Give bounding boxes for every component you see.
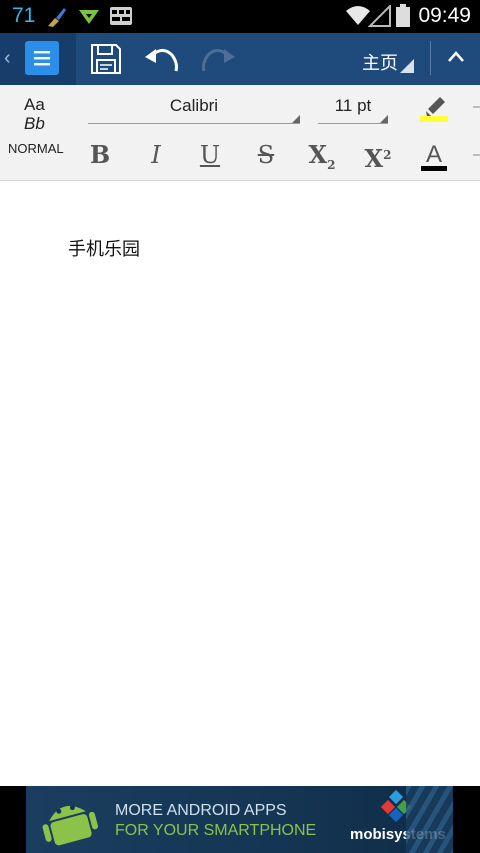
ad-decoration (406, 786, 453, 853)
ad-headline: MORE ANDROID APPS (115, 802, 287, 819)
strikethrough-button[interactable]: S (246, 137, 286, 173)
clock: 09:49 (418, 4, 471, 27)
font-color-letter: A (425, 141, 442, 168)
scroll-hint (473, 106, 480, 108)
document-menu-button[interactable]: ‹ (0, 33, 76, 85)
style-name-label: NORMAL (8, 141, 64, 156)
action-bar: ‹ 主页 (0, 33, 480, 85)
keyboard-icon (109, 6, 133, 30)
redo-icon[interactable] (198, 39, 238, 79)
font-name-value: Calibri (169, 96, 219, 115)
ad-banner[interactable]: MORE ANDROID APPS FOR YOUR SMARTPHONE mo… (0, 786, 480, 853)
subscript-mark: 2 (327, 158, 336, 172)
dropdown-arrow-icon (292, 115, 300, 123)
bold-button[interactable]: B (80, 137, 120, 173)
signal-icon (367, 3, 392, 31)
status-bar: 71 09:49 (0, 0, 480, 33)
italic-button[interactable]: I (136, 137, 176, 173)
style-sample-line1: Aa (24, 95, 45, 114)
font-color-button[interactable]: A (414, 137, 454, 173)
superscript-base: X (364, 144, 384, 173)
font-name-dropdown[interactable]: Calibri (88, 93, 300, 124)
subscript-base: X (308, 140, 328, 169)
home-dropdown-indicator (400, 59, 414, 73)
style-sample-line2: Bb (24, 114, 45, 133)
android-robot-icon (38, 794, 100, 853)
superscript-button[interactable]: X2 (358, 137, 398, 173)
ad-subheadline: FOR YOUR SMARTPHONE (115, 822, 317, 839)
subscript-button[interactable]: X2 (302, 137, 342, 173)
document-icon (25, 41, 59, 75)
highlighter-icon[interactable] (418, 93, 452, 127)
superscript-mark: 2 (383, 148, 392, 162)
download-icon (78, 6, 100, 30)
underline-button[interactable]: U (190, 137, 230, 173)
scroll-hint (473, 154, 480, 156)
undo-icon[interactable] (142, 39, 182, 79)
notification-count: 71 (12, 4, 36, 27)
document-canvas[interactable]: 手机乐园 (0, 181, 480, 785)
font-size-value: 11 pt (334, 96, 372, 115)
battery-icon (396, 4, 410, 32)
home-tab-label[interactable]: 主页 (362, 49, 398, 75)
back-chevron-icon[interactable]: ‹ (4, 47, 11, 70)
ad-banner-content[interactable]: MORE ANDROID APPS FOR YOUR SMARTPHONE mo… (26, 786, 453, 853)
format-toolbar: Aa Bb NORMAL Calibri 11 pt B I U S X2 X2… (0, 85, 480, 181)
document-paragraph[interactable]: 手机乐园 (68, 235, 140, 261)
action-divider (430, 41, 431, 75)
broom-icon (45, 6, 67, 32)
save-icon[interactable] (86, 39, 126, 79)
font-color-swatch (421, 166, 447, 171)
collapse-icon[interactable] (446, 47, 466, 71)
dropdown-arrow-icon (380, 115, 388, 123)
font-size-dropdown[interactable]: 11 pt (318, 93, 388, 124)
